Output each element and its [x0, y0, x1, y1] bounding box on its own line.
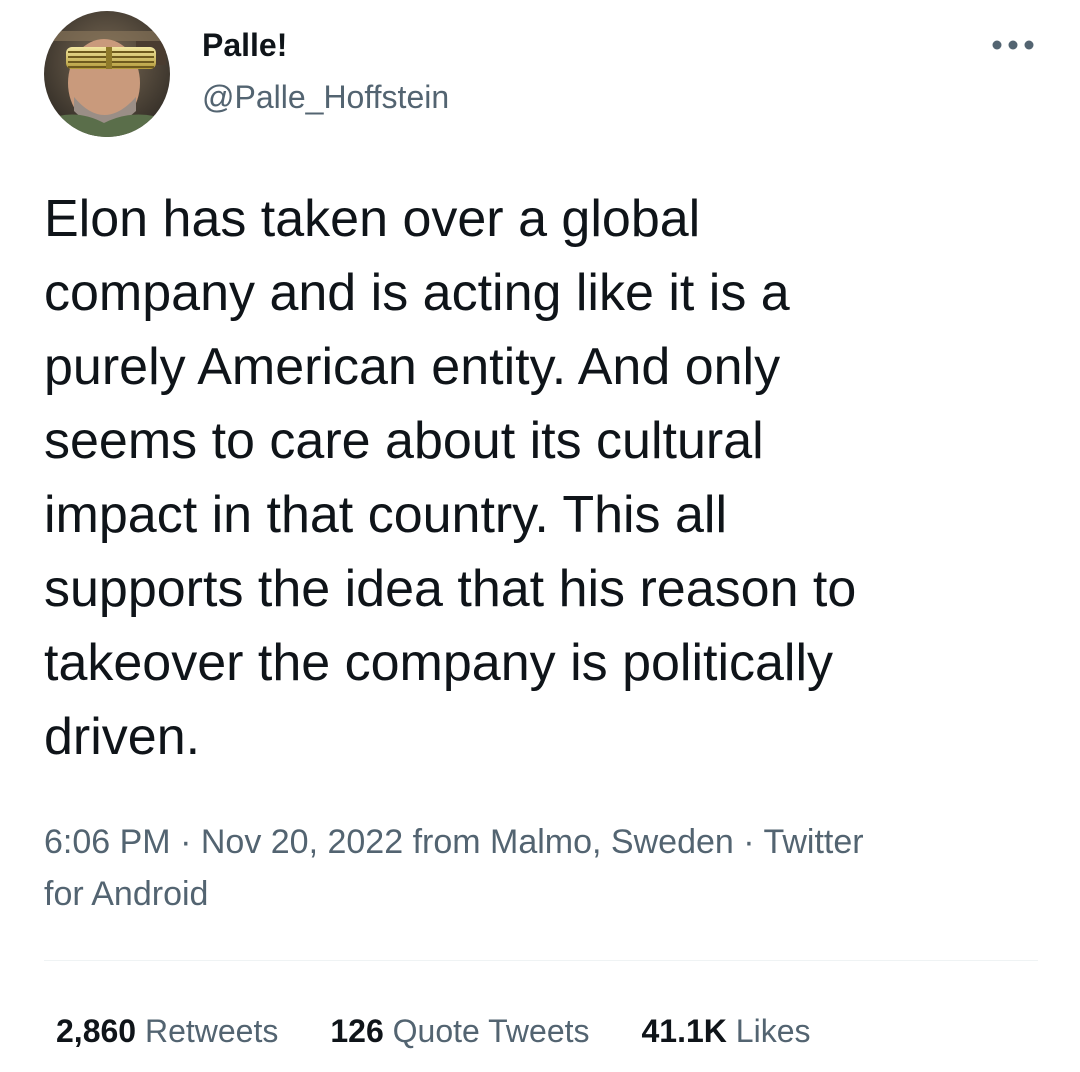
- likes-count: 41.1K: [641, 1013, 727, 1049]
- quote-tweets-label: Quote Tweets: [392, 1013, 590, 1049]
- tweet-text-line: purely American entity. And only: [44, 338, 781, 396]
- tweet-card: Palle! @Palle_Hoffstein Elon has taken o…: [0, 0, 1080, 1072]
- tweet-text-line: takeover the company is politically: [44, 634, 834, 692]
- tweet-text-line: supports the idea that his reason to: [44, 560, 857, 618]
- tweet-date[interactable]: Nov 20, 2022: [201, 823, 403, 861]
- tweet-source-continued[interactable]: for Android: [44, 875, 208, 913]
- metadata-row: 6:06 PM · Nov 20, 2022 from Malmo, Swede…: [44, 816, 1044, 868]
- retweets-stat[interactable]: 2,860 Retweets: [56, 1008, 278, 1054]
- more-horizontal-icon: [992, 40, 1034, 50]
- separator-dot: ·: [743, 823, 755, 861]
- separator-dot: ·: [180, 823, 192, 861]
- likes-stat[interactable]: 41.1K Likes: [642, 1008, 811, 1054]
- likes-label: Likes: [735, 1013, 811, 1049]
- user-handle[interactable]: @Palle_Hoffstein: [202, 78, 449, 116]
- tweet-text: Elon has taken over a global company and…: [44, 182, 1044, 774]
- retweets-count: 2,860: [56, 1013, 137, 1049]
- retweets-label: Retweets: [144, 1013, 279, 1049]
- tweet-text-line: driven.: [44, 708, 201, 766]
- divider: [44, 960, 1038, 961]
- tweet-metadata: 6:06 PM · Nov 20, 2022 from Malmo, Swede…: [44, 816, 1044, 920]
- quote-tweets-count: 126: [330, 1013, 384, 1049]
- metadata-row: for Android: [44, 868, 1044, 920]
- quote-tweets-stat[interactable]: 126 Quote Tweets: [330, 1008, 589, 1054]
- tweet-text-line: company and is acting like it is a: [44, 264, 790, 322]
- tweet-text-line: Elon has taken over a global: [44, 190, 701, 248]
- display-name[interactable]: Palle!: [202, 26, 287, 64]
- more-options-button[interactable]: [988, 30, 1038, 60]
- tweet-time[interactable]: 6:06 PM: [44, 823, 171, 861]
- tweet-text-line: impact in that country. This all: [44, 486, 728, 544]
- avatar-photo-icon: [44, 11, 170, 137]
- tweet-location: from Malmo, Sweden: [412, 823, 734, 861]
- tweet-text-line: seems to care about its cultural: [44, 412, 764, 470]
- avatar[interactable]: [44, 11, 170, 137]
- tweet-source[interactable]: Twitter: [763, 823, 863, 861]
- engagement-stats: 2,860 Retweets 126 Quote Tweets 41.1K Li…: [56, 1008, 810, 1054]
